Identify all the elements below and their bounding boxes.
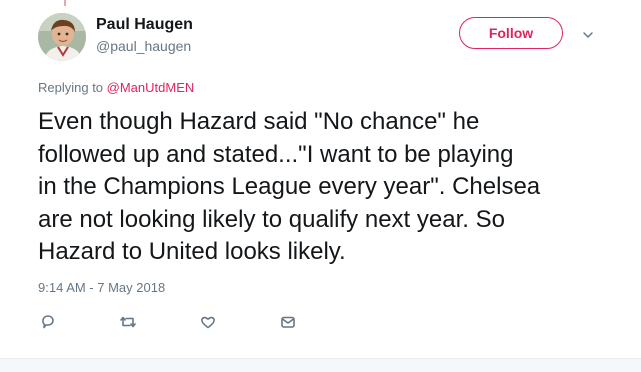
replying-to-line: Replying to @ManUtdMEN	[38, 80, 194, 95]
replying-to-label: Replying to	[38, 80, 107, 95]
tweet-timestamp[interactable]: 9:14 AM - 7 May 2018	[38, 280, 165, 295]
footer-band	[0, 359, 641, 372]
tweet-text: Even though Hazard said "No chance" he f…	[38, 108, 541, 265]
follow-button[interactable]: Follow	[459, 17, 563, 49]
heart-icon[interactable]	[198, 312, 218, 332]
reply-mention-link[interactable]: @ManUtdMEN	[107, 80, 195, 95]
display-name[interactable]: Paul Haugen	[96, 16, 193, 34]
avatar[interactable]	[38, 13, 86, 61]
chevron-down-icon[interactable]	[581, 28, 595, 42]
envelope-icon[interactable]	[278, 312, 298, 332]
thread-connector-line	[64, 0, 66, 6]
tweet-card: Paul Haugen @paul_haugen Follow Replying…	[0, 0, 641, 372]
reply-icon[interactable]	[38, 312, 58, 332]
retweet-icon[interactable]	[118, 312, 138, 332]
user-handle[interactable]: @paul_haugen	[96, 38, 191, 54]
